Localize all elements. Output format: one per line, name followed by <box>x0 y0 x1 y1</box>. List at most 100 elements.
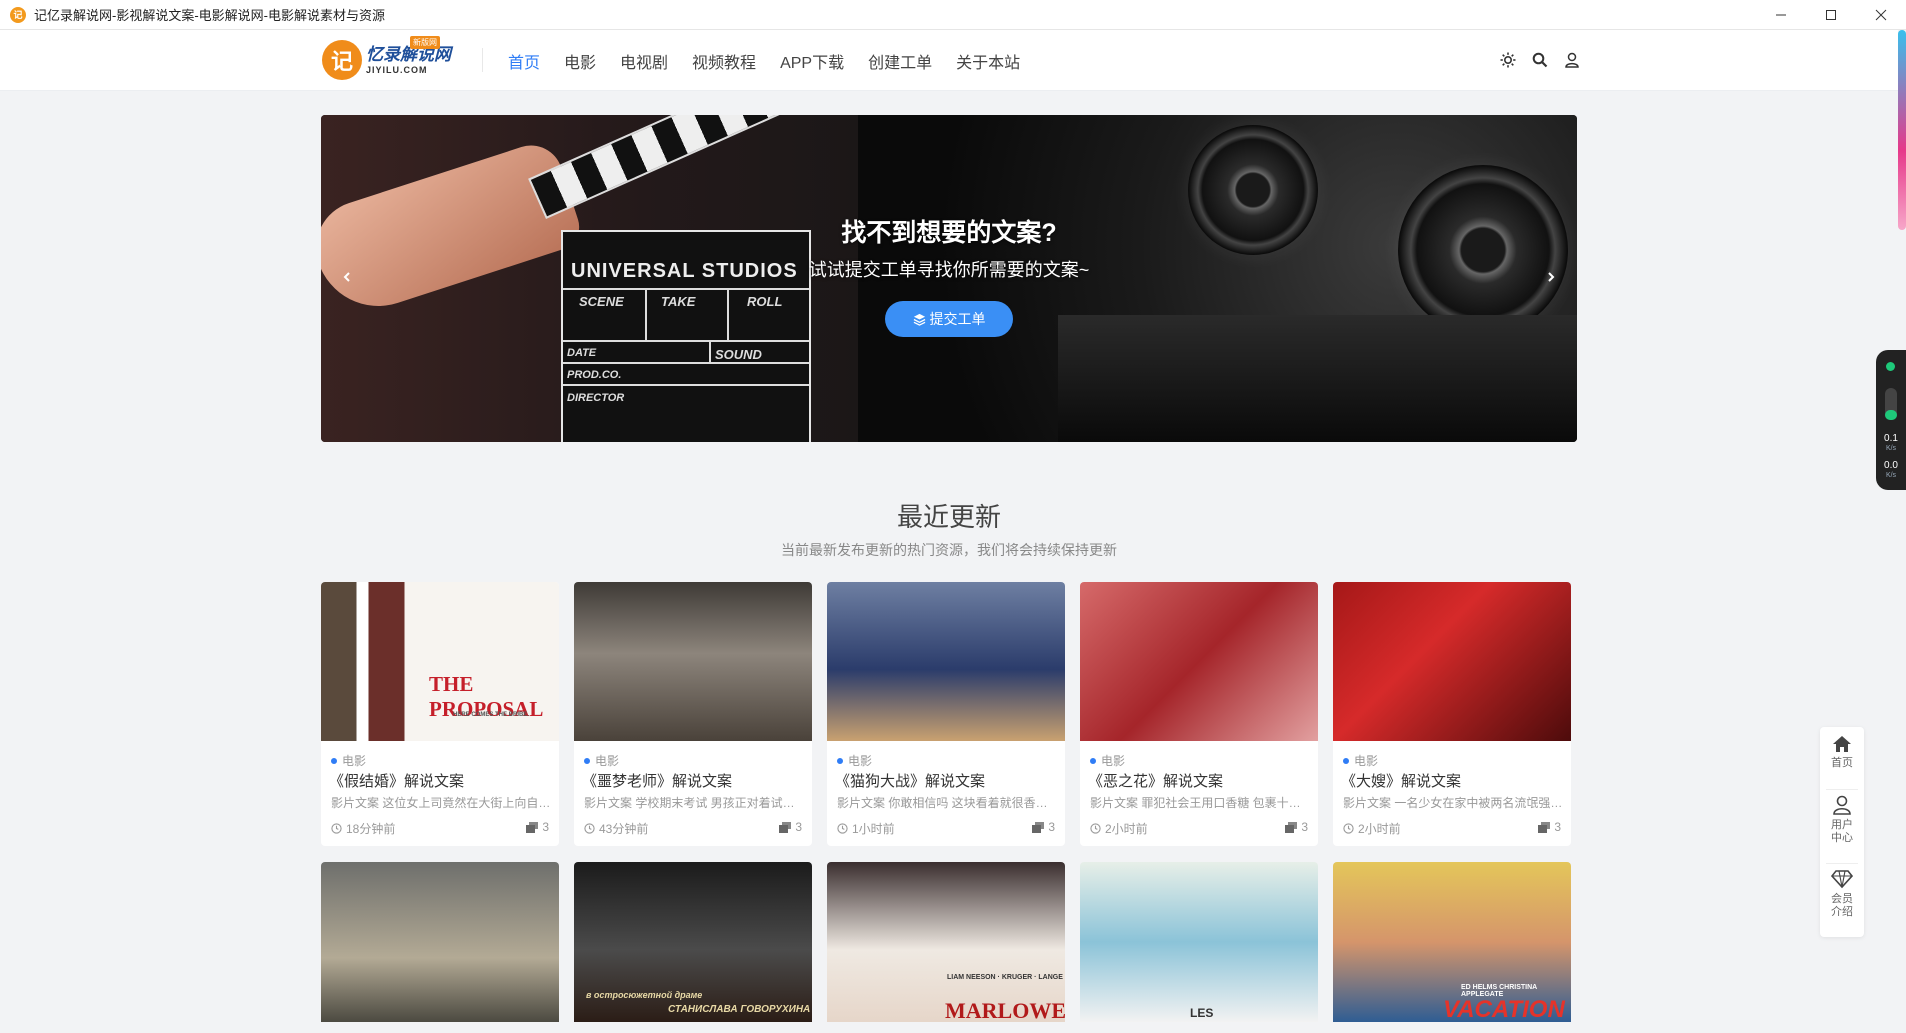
side-vip-button[interactable]: 会员介绍 <box>1820 869 1864 920</box>
post-card[interactable]: 电影 《噩梦老师》解说文案 影片文案 学校期末考试 男孩正对着试… 43分钟前 … <box>574 582 812 846</box>
post-count: 3 <box>1285 820 1308 834</box>
post-category[interactable]: 电影 <box>1090 752 1125 769</box>
clapper-scene: SCENE <box>579 294 624 309</box>
site-header: 记 忆录解说网 JIYILU.COM 新版网 首页 电影 电视剧 视频教程 AP… <box>0 30 1898 91</box>
nav-item-movies[interactable]: 电影 <box>564 49 596 73</box>
post-excerpt: 影片文案 这位女上司竟然在大街上向自… <box>331 796 551 810</box>
post-category[interactable]: 电影 <box>331 752 366 769</box>
post-thumbnail[interactable]: LES <box>1080 862 1318 1022</box>
nav-item-app-download[interactable]: APP下载 <box>780 49 844 73</box>
poster-tagline: HERE COMES THE BRIBE. <box>453 712 530 718</box>
post-card[interactable]: 电影 《恶之花》解说文案 影片文案 罪犯社会王用口香糖 包裹十… 2小时前 3 <box>1080 582 1318 846</box>
nav-item-create-ticket[interactable]: 创建工单 <box>868 49 932 73</box>
stack-icon <box>526 821 539 833</box>
section-title: 最近更新 <box>896 502 1001 532</box>
post-thumbnail[interactable] <box>1080 582 1318 741</box>
site-logo[interactable]: 记 忆录解说网 JIYILU.COM 新版网 <box>322 36 451 80</box>
upload-speed: 0.1 <box>1884 433 1898 444</box>
post-count: 3 <box>526 820 549 834</box>
poster-title: в остросюжетной драме <box>586 990 703 1000</box>
clock-icon <box>1343 823 1354 834</box>
maximize-button[interactable] <box>1806 0 1856 30</box>
logo-domain: JIYILU.COM <box>366 64 428 75</box>
window-title: 记亿录解说网-影视解说文案-电影解说网-电影解说素材与资源 <box>34 8 385 23</box>
search-button[interactable] <box>1530 50 1550 70</box>
scrollbar[interactable] <box>1898 30 1906 230</box>
layers-icon <box>913 313 925 326</box>
stack-icon <box>1032 821 1045 833</box>
post-count: 3 <box>1538 820 1561 834</box>
nav-item-tv[interactable]: 电视剧 <box>620 49 668 73</box>
search-icon <box>1532 52 1548 68</box>
side-user-center-button[interactable]: 用户中心 <box>1820 795 1864 846</box>
post-time: 18分钟前 <box>331 820 395 837</box>
side-vip-label: 会员介绍 <box>1831 893 1853 919</box>
post-title[interactable]: 《恶之花》解说文案 <box>1088 770 1223 791</box>
close-button[interactable] <box>1856 0 1906 30</box>
post-thumbnail[interactable] <box>827 582 1065 741</box>
clock-icon <box>1090 823 1101 834</box>
section-subtitle: 当前最新发布更新的热门资源，我们将会持续保持更新 <box>781 542 1117 558</box>
nav-divider <box>482 48 483 72</box>
stack-icon <box>1538 821 1551 833</box>
usage-bar <box>1885 388 1897 420</box>
nav-item-home[interactable]: 首页 <box>508 49 540 73</box>
theme-toggle-icon <box>1500 52 1516 68</box>
post-time: 2小时前 <box>1343 820 1401 837</box>
side-user-center-label: 用户中心 <box>1831 819 1853 845</box>
poster-title: VACATION <box>1443 996 1565 1022</box>
clock-icon <box>331 823 342 834</box>
post-title[interactable]: 《猫狗大战》解说文案 <box>835 770 985 791</box>
side-home-button[interactable]: 首页 <box>1820 735 1864 770</box>
post-title[interactable]: 《噩梦老师》解说文案 <box>582 770 732 791</box>
user-center-icon <box>1833 795 1851 815</box>
logo-mark: 记 <box>322 40 362 80</box>
poster-tagline: LIAM NEESON · KRUGER · LANGE <box>947 974 1063 981</box>
clapper-arm <box>528 115 784 219</box>
maximize-icon <box>1826 10 1836 20</box>
nav-item-about[interactable]: 关于本站 <box>956 49 1020 73</box>
minimize-button[interactable] <box>1756 0 1806 30</box>
header-tools <box>1486 50 1582 70</box>
poster-tagline: СТАНИСЛАВА ГОВОРУХИНА <box>668 1004 811 1015</box>
post-category[interactable]: 电影 <box>1343 752 1378 769</box>
post-category[interactable]: 电影 <box>837 752 872 769</box>
poster-title: MARLOWE <box>945 998 1065 1022</box>
post-card[interactable]: 电影 《猫狗大战》解说文案 影片文案 你敢相信吗 这块看着就很香… 1小时前 3 <box>827 582 1065 846</box>
post-excerpt: 影片文案 学校期末考试 男孩正对着试… <box>584 796 795 810</box>
banner-title: 找不到想要的文案? <box>841 219 1057 247</box>
user-icon <box>1565 52 1579 68</box>
post-thumbnail[interactable]: LIAM NEESON · KRUGER · LANGE MARLOWE <box>827 862 1065 1022</box>
post-card[interactable]: 电影 《大嫂》解说文案 影片文案 一名少女在家中被两名流氓强… 2小时前 3 <box>1333 582 1571 846</box>
nav-item-tutorials[interactable]: 视频教程 <box>692 49 756 73</box>
clapper-take: TAKE <box>661 294 696 309</box>
home-icon <box>1833 736 1851 752</box>
post-category[interactable]: 电影 <box>584 752 619 769</box>
post-thumbnail[interactable]: в остросюжетной драме СТАНИСЛАВА ГОВОРУХ… <box>574 862 812 1022</box>
post-thumbnail[interactable] <box>574 582 812 741</box>
network-speed-widget[interactable]: 0.1 K/s 0.0 K/s <box>1876 350 1906 490</box>
window-controls <box>1756 0 1906 30</box>
logo-text: 忆录解说网 JIYILU.COM <box>366 46 451 75</box>
post-thumbnail[interactable]: THE PROPOSAL HERE COMES THE BRIBE. <box>321 582 559 741</box>
film-reel-right <box>1398 165 1568 335</box>
clapper-roll: ROLL <box>747 294 783 309</box>
post-title[interactable]: 《假结婚》解说文案 <box>329 770 464 791</box>
hero-banner: UNIVERSAL STUDIOS SCENE TAKE ROLL DATE S… <box>321 115 1577 442</box>
side-home-label: 首页 <box>1831 757 1853 770</box>
banner-subtitle: 试试提交工单寻找你所需要的文案~ <box>808 260 1090 280</box>
post-card[interactable]: THE PROPOSAL HERE COMES THE BRIBE. 电影 《假… <box>321 582 559 846</box>
post-time: 1小时前 <box>837 820 895 837</box>
user-button[interactable] <box>1562 50 1582 70</box>
post-excerpt: 影片文案 罪犯社会王用口香糖 包裹十… <box>1090 796 1301 810</box>
post-count: 3 <box>1032 820 1055 834</box>
submit-ticket-button[interactable]: 提交工单 <box>885 301 1013 337</box>
download-unit: K/s <box>1885 472 1897 479</box>
post-title[interactable]: 《大嫂》解说文案 <box>1341 770 1461 791</box>
post-thumbnail[interactable] <box>321 862 559 1022</box>
post-thumbnail[interactable] <box>1333 582 1571 741</box>
close-icon <box>1875 9 1887 21</box>
post-thumbnail[interactable]: ED HELMS CHRISTINA APPLEGATE VACATION <box>1333 862 1571 1022</box>
logo-badge: 新版网 <box>410 36 440 49</box>
theme-toggle-button[interactable] <box>1498 50 1518 70</box>
